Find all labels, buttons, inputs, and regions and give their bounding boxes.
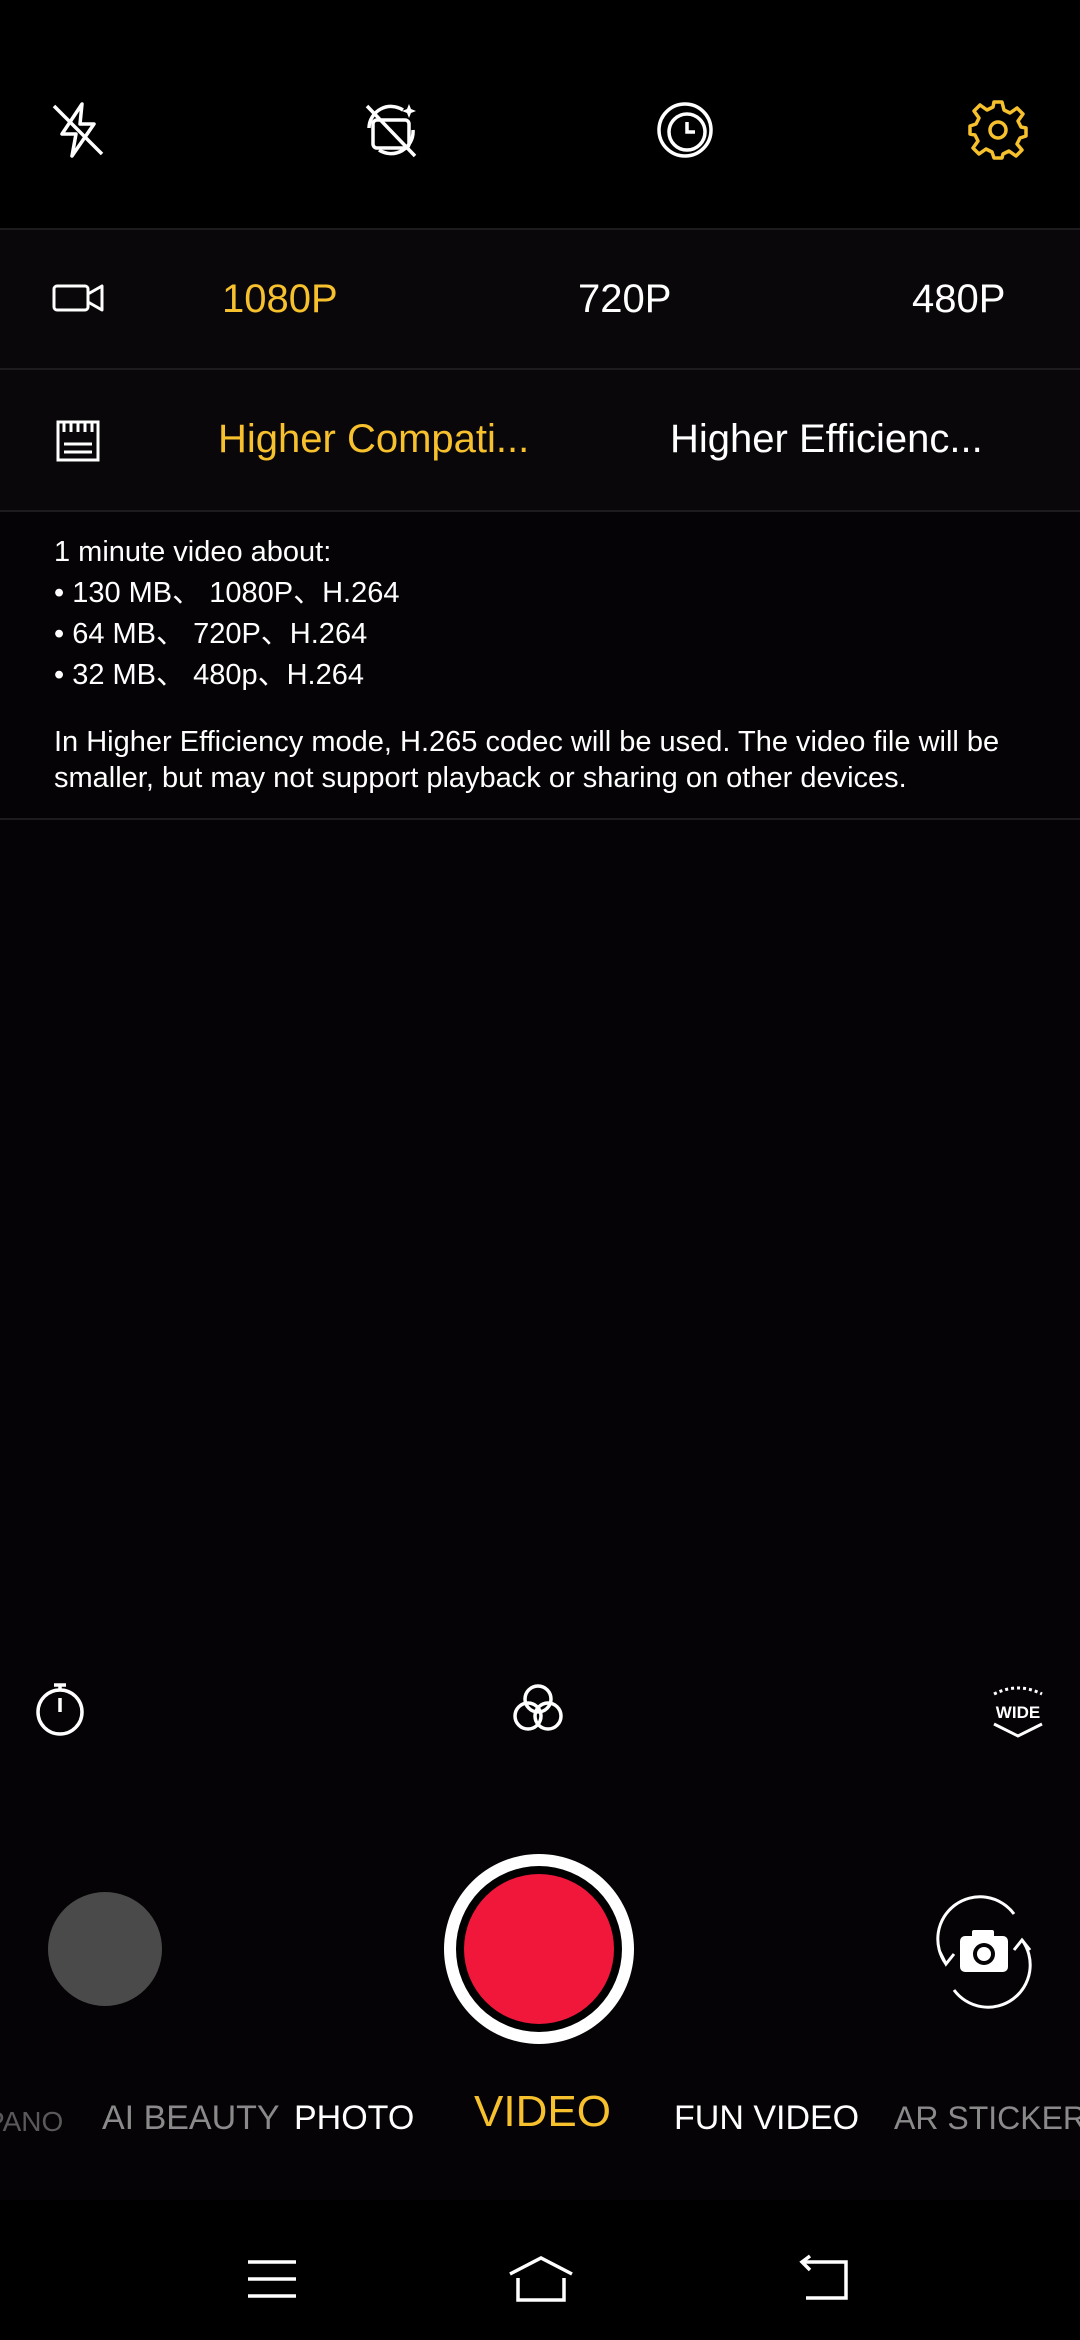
- info-item: • 32 MB、 480p、H.264: [54, 659, 364, 691]
- home-icon[interactable]: [506, 2254, 576, 2304]
- codec-option-compatibility[interactable]: Higher Compati...: [218, 414, 529, 464]
- record-button-ring: [456, 1866, 622, 2032]
- info-item: • 64 MB、 720P、H.264: [54, 618, 368, 650]
- camera-screen: 1080P 720P 480P Higher Compati... Higher…: [0, 0, 1080, 2340]
- info-item: • 130 MB、 1080P、H.264: [54, 577, 400, 609]
- resolution-option-720p[interactable]: 720P: [578, 274, 671, 324]
- record-button[interactable]: [444, 1854, 634, 2044]
- back-icon[interactable]: [796, 2254, 852, 2304]
- video-size-info: 1 minute video about: • 130 MB、 1080P、H.…: [0, 510, 1080, 820]
- ai-scene-off-icon[interactable]: [359, 98, 423, 162]
- mode-fun-video[interactable]: FUN VIDEO: [674, 2094, 859, 2142]
- timer-clock-icon[interactable]: [653, 98, 717, 162]
- resolution-option-1080p[interactable]: 1080P: [222, 274, 338, 324]
- mode-photo[interactable]: PHOTO: [294, 2094, 414, 2142]
- stopwatch-icon[interactable]: [32, 1680, 88, 1736]
- mode-ar-stickers[interactable]: AR STICKERS: [894, 2094, 1080, 2142]
- wide-angle-icon[interactable]: WIDE: [988, 1680, 1048, 1740]
- gallery-thumbnail[interactable]: [48, 1892, 162, 2006]
- filters-icon[interactable]: [510, 1680, 566, 1736]
- codec-note: In Higher Efficiency mode, H.265 codec w…: [54, 726, 1000, 794]
- mode-video[interactable]: VIDEO: [474, 2088, 611, 2136]
- settings-gear-icon[interactable]: [966, 98, 1030, 162]
- menu-icon[interactable]: [244, 2254, 300, 2304]
- mode-pano[interactable]: PANO: [0, 2098, 63, 2146]
- codec-row: Higher Compati... Higher Efficienc...: [0, 368, 1080, 510]
- wide-label: WIDE: [996, 1703, 1040, 1722]
- info-heading: 1 minute video about:: [54, 536, 332, 568]
- resolution-row: 1080P 720P 480P: [0, 228, 1080, 368]
- switch-camera-icon[interactable]: [924, 1892, 1044, 2012]
- record-button-core: [464, 1874, 614, 2024]
- top-toolbar: [0, 0, 1080, 228]
- sd-card-icon: [56, 420, 100, 462]
- flash-off-icon[interactable]: [46, 98, 110, 162]
- resolution-option-480p[interactable]: 480P: [912, 274, 1005, 324]
- mode-ai-beauty[interactable]: AI BEAUTY: [102, 2094, 280, 2142]
- codec-option-efficiency[interactable]: Higher Efficienc...: [670, 414, 983, 464]
- video-camera-icon: [52, 284, 104, 312]
